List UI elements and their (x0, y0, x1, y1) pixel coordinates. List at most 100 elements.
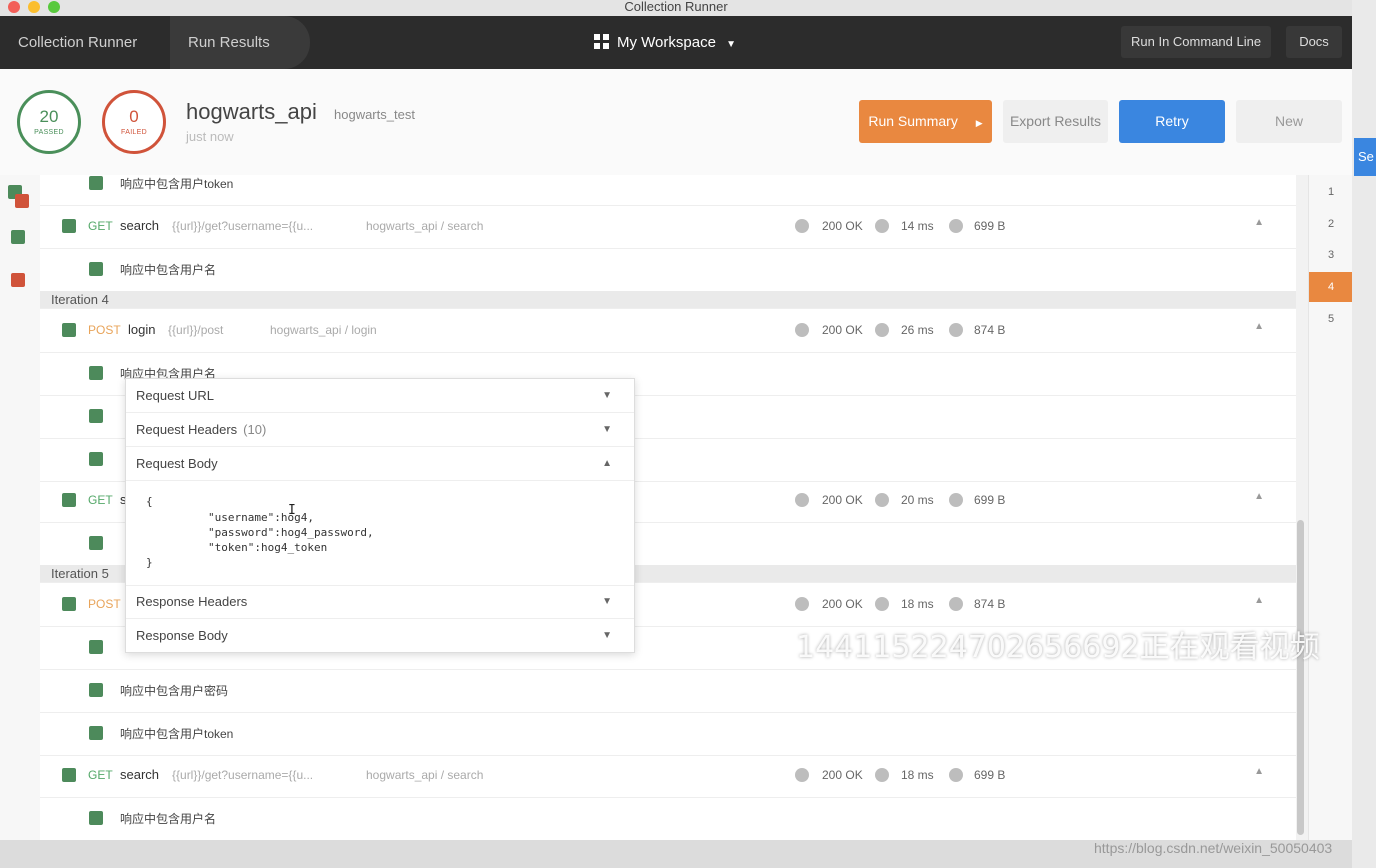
workspace-selector[interactable]: My Workspace ▼ (594, 16, 736, 69)
iteration-header: Iteration 4 (40, 291, 1296, 309)
request-detail-popover: Request URL ▼ Request Headers (10) ▼ Requ… (125, 378, 635, 653)
pass-status-icon (89, 452, 103, 466)
response-time: 18 ms (901, 768, 934, 782)
run-summary-button[interactable]: Run Summary ▶ (859, 100, 992, 143)
request-body-label: Request Body (136, 456, 218, 471)
run-in-command-line-button[interactable]: Run In Command Line (1121, 26, 1272, 58)
size-dot-icon (949, 597, 963, 611)
caret-down-icon: ▼ (726, 39, 736, 50)
request-method: GET (88, 768, 113, 782)
collapse-caret-icon[interactable]: ▲ (1254, 595, 1264, 606)
response-body-label: Response Body (136, 628, 228, 643)
test-name: 响应中包含用户密码 (120, 684, 229, 698)
response-size: 699 B (974, 219, 1006, 233)
request-url: {{url}}/get?username={{u... (172, 219, 314, 233)
pass-status-icon (89, 366, 103, 380)
run-summary-label: Run Summary (868, 113, 958, 129)
collapse-caret-icon[interactable]: ▲ (1254, 491, 1264, 502)
export-results-button[interactable]: Export Results (1003, 100, 1108, 143)
request-row[interactable]: POST login {{url}}/post hogwarts_api / l… (40, 309, 1296, 353)
status-dot-icon (795, 493, 809, 507)
request-method: GET (88, 219, 113, 233)
docs-button[interactable]: Docs (1286, 26, 1342, 58)
grid-icon (594, 18, 609, 49)
pass-status-icon (62, 597, 76, 611)
request-method: POST (88, 597, 121, 611)
new-button[interactable]: New (1236, 100, 1342, 143)
size-dot-icon (949, 323, 963, 337)
caret-down-icon: ▼ (602, 630, 612, 641)
response-time: 18 ms (901, 597, 934, 611)
text-cursor-icon: I (288, 503, 296, 518)
collapse-caret-icon[interactable]: ▲ (1254, 321, 1264, 332)
collection-name: hogwarts_api (186, 99, 317, 124)
time-dot-icon (875, 597, 889, 611)
source-url-watermark: https://blog.csdn.net/weixin_50050403 (1094, 840, 1333, 856)
failed-filter-icon[interactable] (11, 273, 25, 287)
pass-status-icon (62, 493, 76, 507)
app-header: Collection Runner Run Results My Workspa… (0, 16, 1352, 69)
workspace-name: My Workspace (617, 34, 716, 51)
iteration-link-1[interactable]: 1 (1309, 177, 1353, 207)
request-name: search (120, 218, 160, 233)
test-name: 响应中包含用户名 (120, 263, 217, 277)
test-name: 响应中包含用户token (120, 727, 234, 741)
pass-status-icon (89, 811, 103, 825)
status-dot-icon (795, 323, 809, 337)
background-window (1352, 0, 1376, 868)
background-send-button: Se (1354, 138, 1376, 176)
response-headers-section[interactable]: Response Headers ▼ (126, 585, 634, 619)
response-time: 20 ms (901, 493, 934, 507)
status-dot-icon (795, 768, 809, 782)
response-headers-label: Response Headers (136, 594, 248, 609)
response-time: 14 ms (901, 219, 934, 233)
failed-label: FAILED (121, 129, 147, 136)
pass-status-icon (89, 176, 103, 190)
tab-collection-runner[interactable]: Collection Runner (0, 16, 156, 69)
pass-status-icon (89, 536, 103, 550)
iteration-link-3[interactable]: 3 (1309, 240, 1353, 270)
code-line: { (146, 495, 153, 508)
window-titlebar: Collection Runner (0, 0, 1352, 16)
tab-run-results[interactable]: Run Results (170, 16, 310, 69)
filter-rail (0, 175, 41, 840)
passed-filter-icon[interactable] (11, 230, 25, 244)
request-path: hogwarts_api / search (366, 768, 484, 782)
request-row[interactable]: GET search {{url}}/get?username={{u... h… (40, 754, 1296, 798)
iteration-link-2[interactable]: 2 (1309, 209, 1353, 239)
caret-up-icon: ▲ (602, 458, 612, 469)
passed-counter: 20 PASSED (17, 90, 81, 154)
all-filter-overlay-icon (15, 194, 29, 208)
request-path: hogwarts_api / search (366, 219, 484, 233)
request-method: POST (88, 323, 121, 337)
iteration-link-5[interactable]: 5 (1309, 304, 1353, 334)
request-headers-count: (10) (243, 422, 267, 437)
pass-status-icon (62, 768, 76, 782)
request-url: {{url}}/get?username={{u... (172, 768, 314, 782)
request-body-content[interactable]: { "username":hog4, "password":hog4_passw… (126, 481, 634, 586)
request-headers-section[interactable]: Request Headers (10) ▼ (126, 413, 634, 447)
request-url-label: Request URL (136, 388, 215, 403)
response-size: 699 B (974, 768, 1006, 782)
collapse-caret-icon[interactable]: ▲ (1254, 766, 1264, 777)
window-title: Collection Runner (624, 0, 728, 14)
time-dot-icon (875, 493, 889, 507)
pass-status-icon (89, 726, 103, 740)
request-body-section[interactable]: Request Body ▲ (126, 447, 634, 481)
request-url-section[interactable]: Request URL ▼ (126, 379, 634, 413)
response-body-section[interactable]: Response Body ▼ (126, 619, 634, 652)
iteration-nav: 1 2 3 4 5 (1308, 175, 1353, 840)
code-line: } (146, 556, 153, 569)
scrollbar-thumb[interactable] (1297, 520, 1304, 835)
response-size: 699 B (974, 493, 1006, 507)
request-path: hogwarts_api / login (270, 323, 377, 337)
pass-status-icon (62, 323, 76, 337)
test-result-row: 响应中包含用户名 (40, 797, 1296, 840)
size-dot-icon (949, 493, 963, 507)
iteration-link-4[interactable]: 4 (1309, 272, 1353, 302)
request-row[interactable]: GET search {{url}}/get?username={{u... h… (40, 205, 1296, 249)
collapse-caret-icon[interactable]: ▲ (1254, 217, 1264, 228)
request-name: search (120, 767, 160, 782)
request-url: {{url}}/post (168, 323, 224, 337)
retry-button[interactable]: Retry (1119, 100, 1225, 143)
